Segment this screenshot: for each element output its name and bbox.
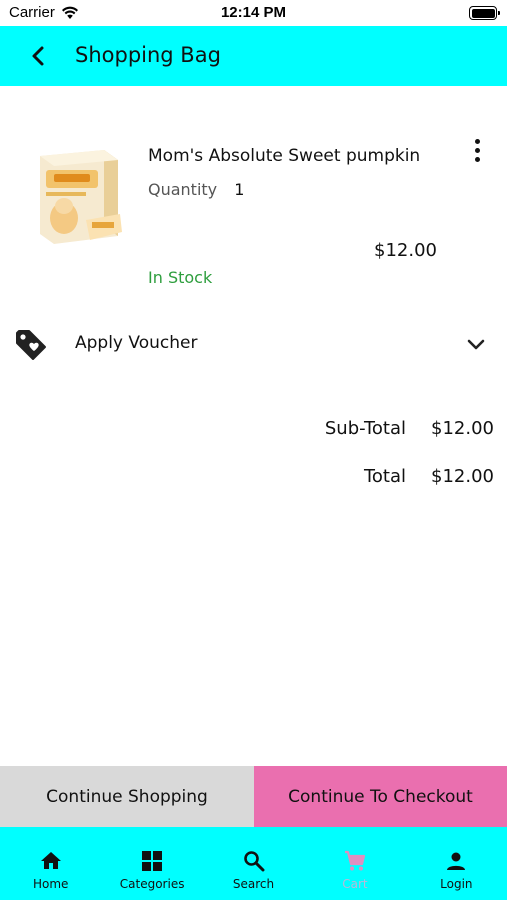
back-button[interactable]: [22, 40, 54, 72]
nav-item-login[interactable]: Login: [406, 827, 507, 900]
subtotal-row: Sub-Total $12.00: [325, 418, 494, 439]
nav-item-categories[interactable]: Categories: [101, 827, 202, 900]
more-vert-icon: [474, 138, 480, 144]
quantity-row: Quantity 1: [148, 180, 244, 199]
search-icon: [243, 851, 265, 872]
bottom-nav: Home Categories Search Cart Login: [0, 827, 507, 900]
nav-label-cart: Cart: [342, 877, 368, 891]
nav-label-categories: Categories: [119, 877, 185, 891]
status-time: 12:14 PM: [220, 4, 287, 21]
nav-label-login: Login: [440, 877, 473, 891]
back-arrow-icon: [32, 46, 44, 66]
person-icon: [447, 852, 466, 870]
nav-item-cart[interactable]: Cart: [304, 827, 405, 900]
quantity-value: 1: [234, 180, 245, 199]
nav-label-home: Home: [32, 877, 69, 891]
apply-voucher-row[interactable]: Apply Voucher: [0, 318, 507, 370]
subtotal-value: $12.00: [431, 418, 494, 439]
grid-icon: [142, 851, 163, 871]
more-vert-icon-dot: [474, 156, 480, 162]
product-image: [40, 150, 122, 244]
nav-item-home[interactable]: Home: [0, 827, 101, 900]
product-name[interactable]: Mom's Absolute Sweet pumpkin: [148, 146, 420, 166]
stock-status: In Stock: [148, 268, 213, 287]
total-value: $12.00: [431, 466, 494, 487]
nav-label-search: Search: [232, 877, 275, 891]
subtotal-label: Sub-Total: [324, 418, 406, 439]
quantity-label: Quantity: [148, 180, 218, 199]
checkout-button[interactable]: Continue To Checkout: [254, 766, 507, 827]
battery-icon: [469, 6, 500, 20]
nav-item-search[interactable]: Search: [203, 827, 304, 900]
continue-shopping-button[interactable]: Continue Shopping: [0, 766, 254, 827]
home-icon: [40, 852, 61, 869]
app-bar: Shopping Bag: [0, 26, 507, 86]
total-row: Total $12.00: [364, 466, 494, 487]
cart-icon: [344, 850, 366, 871]
total-label: Total: [363, 466, 406, 487]
page-title: Shopping Bag: [75, 43, 221, 67]
status-bar: Carrier 12:14 PM: [0, 0, 507, 26]
more-options-button[interactable]: [466, 134, 488, 166]
voucher-label: Apply Voucher: [75, 333, 198, 353]
item-price: $12.00: [374, 240, 437, 261]
tag-icon: [16, 330, 46, 360]
chevron-down-icon[interactable]: [462, 331, 490, 359]
more-vert-icon-dot: [474, 147, 480, 153]
